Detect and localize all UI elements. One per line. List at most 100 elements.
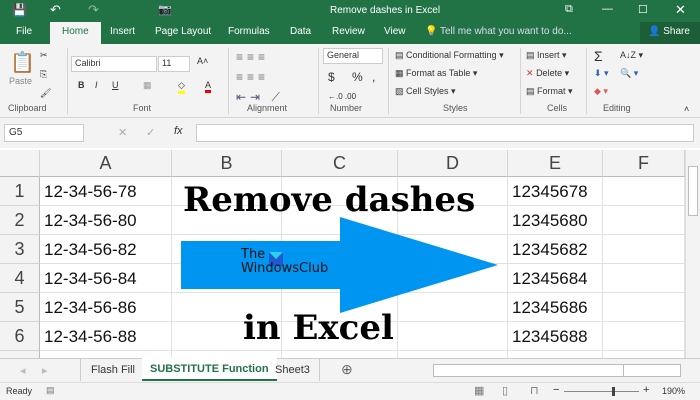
cell[interactable]: 12345678	[508, 177, 603, 206]
cell[interactable]	[603, 177, 685, 206]
zoom-slider[interactable]	[564, 387, 639, 396]
column-header-f[interactable]: F	[603, 150, 685, 177]
underline-button[interactable]: U	[112, 80, 119, 90]
add-sheet-icon[interactable]: ⊕	[341, 361, 353, 378]
cell[interactable]	[398, 322, 508, 351]
number-format-select[interactable]: General	[323, 48, 383, 64]
cell[interactable]: 12345686	[508, 293, 603, 322]
close-button[interactable]: ✕	[675, 2, 686, 18]
column-header-d[interactable]: D	[398, 150, 508, 177]
cell[interactable]: 12-34-56-90	[40, 351, 172, 358]
percent-button[interactable]: %	[352, 70, 363, 84]
horizontal-align-icons[interactable]: ≡≡≡	[236, 70, 269, 84]
ribbon-display-icon[interactable]: ⧉	[565, 3, 573, 16]
fill-color-icon[interactable]: ◇	[178, 80, 185, 94]
cell[interactable]	[172, 351, 282, 358]
decimal-icons[interactable]: ←.0 .00	[328, 92, 356, 101]
vertical-scrollbar[interactable]	[685, 150, 700, 358]
cell[interactable]	[603, 206, 685, 235]
row-header[interactable]: 1	[0, 177, 40, 206]
column-header-e[interactable]: E	[508, 150, 603, 177]
cell[interactable]: 12-34-56-84	[40, 264, 172, 293]
cell[interactable]: 12-34-56-86	[40, 293, 172, 322]
insert-cells-button[interactable]: ▤ Insert ▾	[526, 50, 567, 61]
row-header[interactable]: 2	[0, 206, 40, 235]
grow-font-icon[interactable]: A˄	[197, 56, 208, 66]
sheet-tab-substitute-function[interactable]: SUBSTITUTE Function	[142, 358, 277, 381]
scrollbar-thumb[interactable]	[688, 166, 698, 216]
zoom-out-button[interactable]: −	[553, 384, 559, 396]
tab-view[interactable]: View	[384, 26, 406, 37]
undo-icon[interactable]: ↶	[50, 2, 61, 18]
cell[interactable]	[603, 351, 685, 358]
redo-icon[interactable]: ↷	[88, 2, 99, 18]
vertical-align-icons[interactable]: ≡≡≡	[236, 50, 269, 64]
cell[interactable]	[282, 351, 398, 358]
prev-sheet-icon[interactable]: ◂	[20, 364, 26, 377]
horizontal-scrollbar[interactable]	[433, 364, 681, 377]
cell[interactable]: 12345684	[508, 264, 603, 293]
borders-icon[interactable]: ▦	[143, 80, 152, 91]
comma-button[interactable]: ,	[372, 70, 375, 84]
cell[interactable]: 12-34-56-82	[40, 235, 172, 264]
cell[interactable]	[603, 235, 685, 264]
font-color-icon[interactable]: A	[205, 80, 212, 93]
paste-button[interactable]: Paste	[9, 76, 32, 86]
cell[interactable]: 12-34-56-80	[40, 206, 172, 235]
zoom-slider-handle[interactable]	[612, 387, 615, 396]
enter-icon[interactable]: ✓	[146, 126, 155, 139]
cell[interactable]	[603, 293, 685, 322]
cell[interactable]: 12345688	[508, 322, 603, 351]
delete-cells-button[interactable]: ✕ Delete ▾	[526, 68, 569, 79]
font-size-select[interactable]: 11	[158, 56, 190, 72]
cell[interactable]: 12345682	[508, 235, 603, 264]
row-header[interactable]: 5	[0, 293, 40, 322]
cell[interactable]: 12-34-56-78	[40, 177, 172, 206]
italic-button[interactable]: I	[95, 80, 98, 90]
cell[interactable]	[398, 351, 508, 358]
column-header-c[interactable]: C	[282, 150, 398, 177]
minimize-button[interactable]: —	[602, 3, 613, 15]
formula-input[interactable]	[196, 124, 694, 142]
zoom-level[interactable]: 190%	[662, 386, 685, 396]
insert-function-button[interactable]: fx	[174, 125, 183, 137]
tab-data[interactable]: Data	[290, 26, 311, 37]
tab-insert[interactable]: Insert	[110, 26, 135, 37]
sort-filter-icon[interactable]: A↓Z ▾	[620, 50, 643, 61]
column-header-a[interactable]: A	[40, 150, 172, 177]
fill-icon[interactable]: ⬇ ▾	[594, 68, 609, 79]
sheet-tab-flash-fill[interactable]: Flash Fill	[80, 359, 147, 381]
zoom-in-button[interactable]: +	[643, 384, 649, 396]
format-as-table-button[interactable]: ▦ Format as Table ▾	[395, 68, 477, 79]
row-header[interactable]: 6	[0, 322, 40, 351]
cut-icon[interactable]: ✂	[40, 50, 48, 61]
maximize-button[interactable]: ☐	[638, 3, 648, 16]
h-scrollbar-thumb[interactable]	[444, 365, 624, 376]
sheet-tab-sheet3[interactable]: Sheet3	[266, 359, 320, 381]
select-all-corner[interactable]	[0, 150, 40, 177]
cell[interactable]	[603, 322, 685, 351]
next-sheet-icon[interactable]: ▸	[42, 364, 48, 377]
camera-icon[interactable]: 📷	[158, 3, 172, 16]
clear-icon[interactable]: ◆ ▾	[594, 86, 608, 97]
copy-icon[interactable]: ⎘	[40, 69, 47, 80]
cell-styles-button[interactable]: ▧ Cell Styles ▾	[395, 86, 456, 97]
collapse-ribbon-icon[interactable]: ˄	[684, 104, 689, 114]
page-break-view-icon[interactable]: ⊓	[530, 384, 539, 397]
share-button[interactable]: 👤 Share	[640, 22, 700, 44]
format-painter-icon[interactable]: 🖌	[40, 88, 51, 99]
column-header-b[interactable]: B	[172, 150, 282, 177]
row-header[interactable]: 4	[0, 264, 40, 293]
cell[interactable]: 12345680	[508, 206, 603, 235]
page-layout-view-icon[interactable]: ▯	[502, 384, 508, 397]
currency-button[interactable]: $	[328, 70, 335, 84]
autosum-button[interactable]: Σ	[594, 48, 603, 64]
cell[interactable]: 12-34-56-88	[40, 322, 172, 351]
tab-page-layout[interactable]: Page Layout	[155, 26, 211, 37]
font-name-select[interactable]: Calibri	[71, 56, 157, 72]
tab-formulas[interactable]: Formulas	[228, 26, 270, 37]
normal-view-icon[interactable]: ▦	[474, 384, 484, 397]
tab-review[interactable]: Review	[332, 26, 365, 37]
find-icon[interactable]: 🔍 ▾	[620, 68, 638, 79]
row-header[interactable]: 7	[0, 351, 40, 358]
